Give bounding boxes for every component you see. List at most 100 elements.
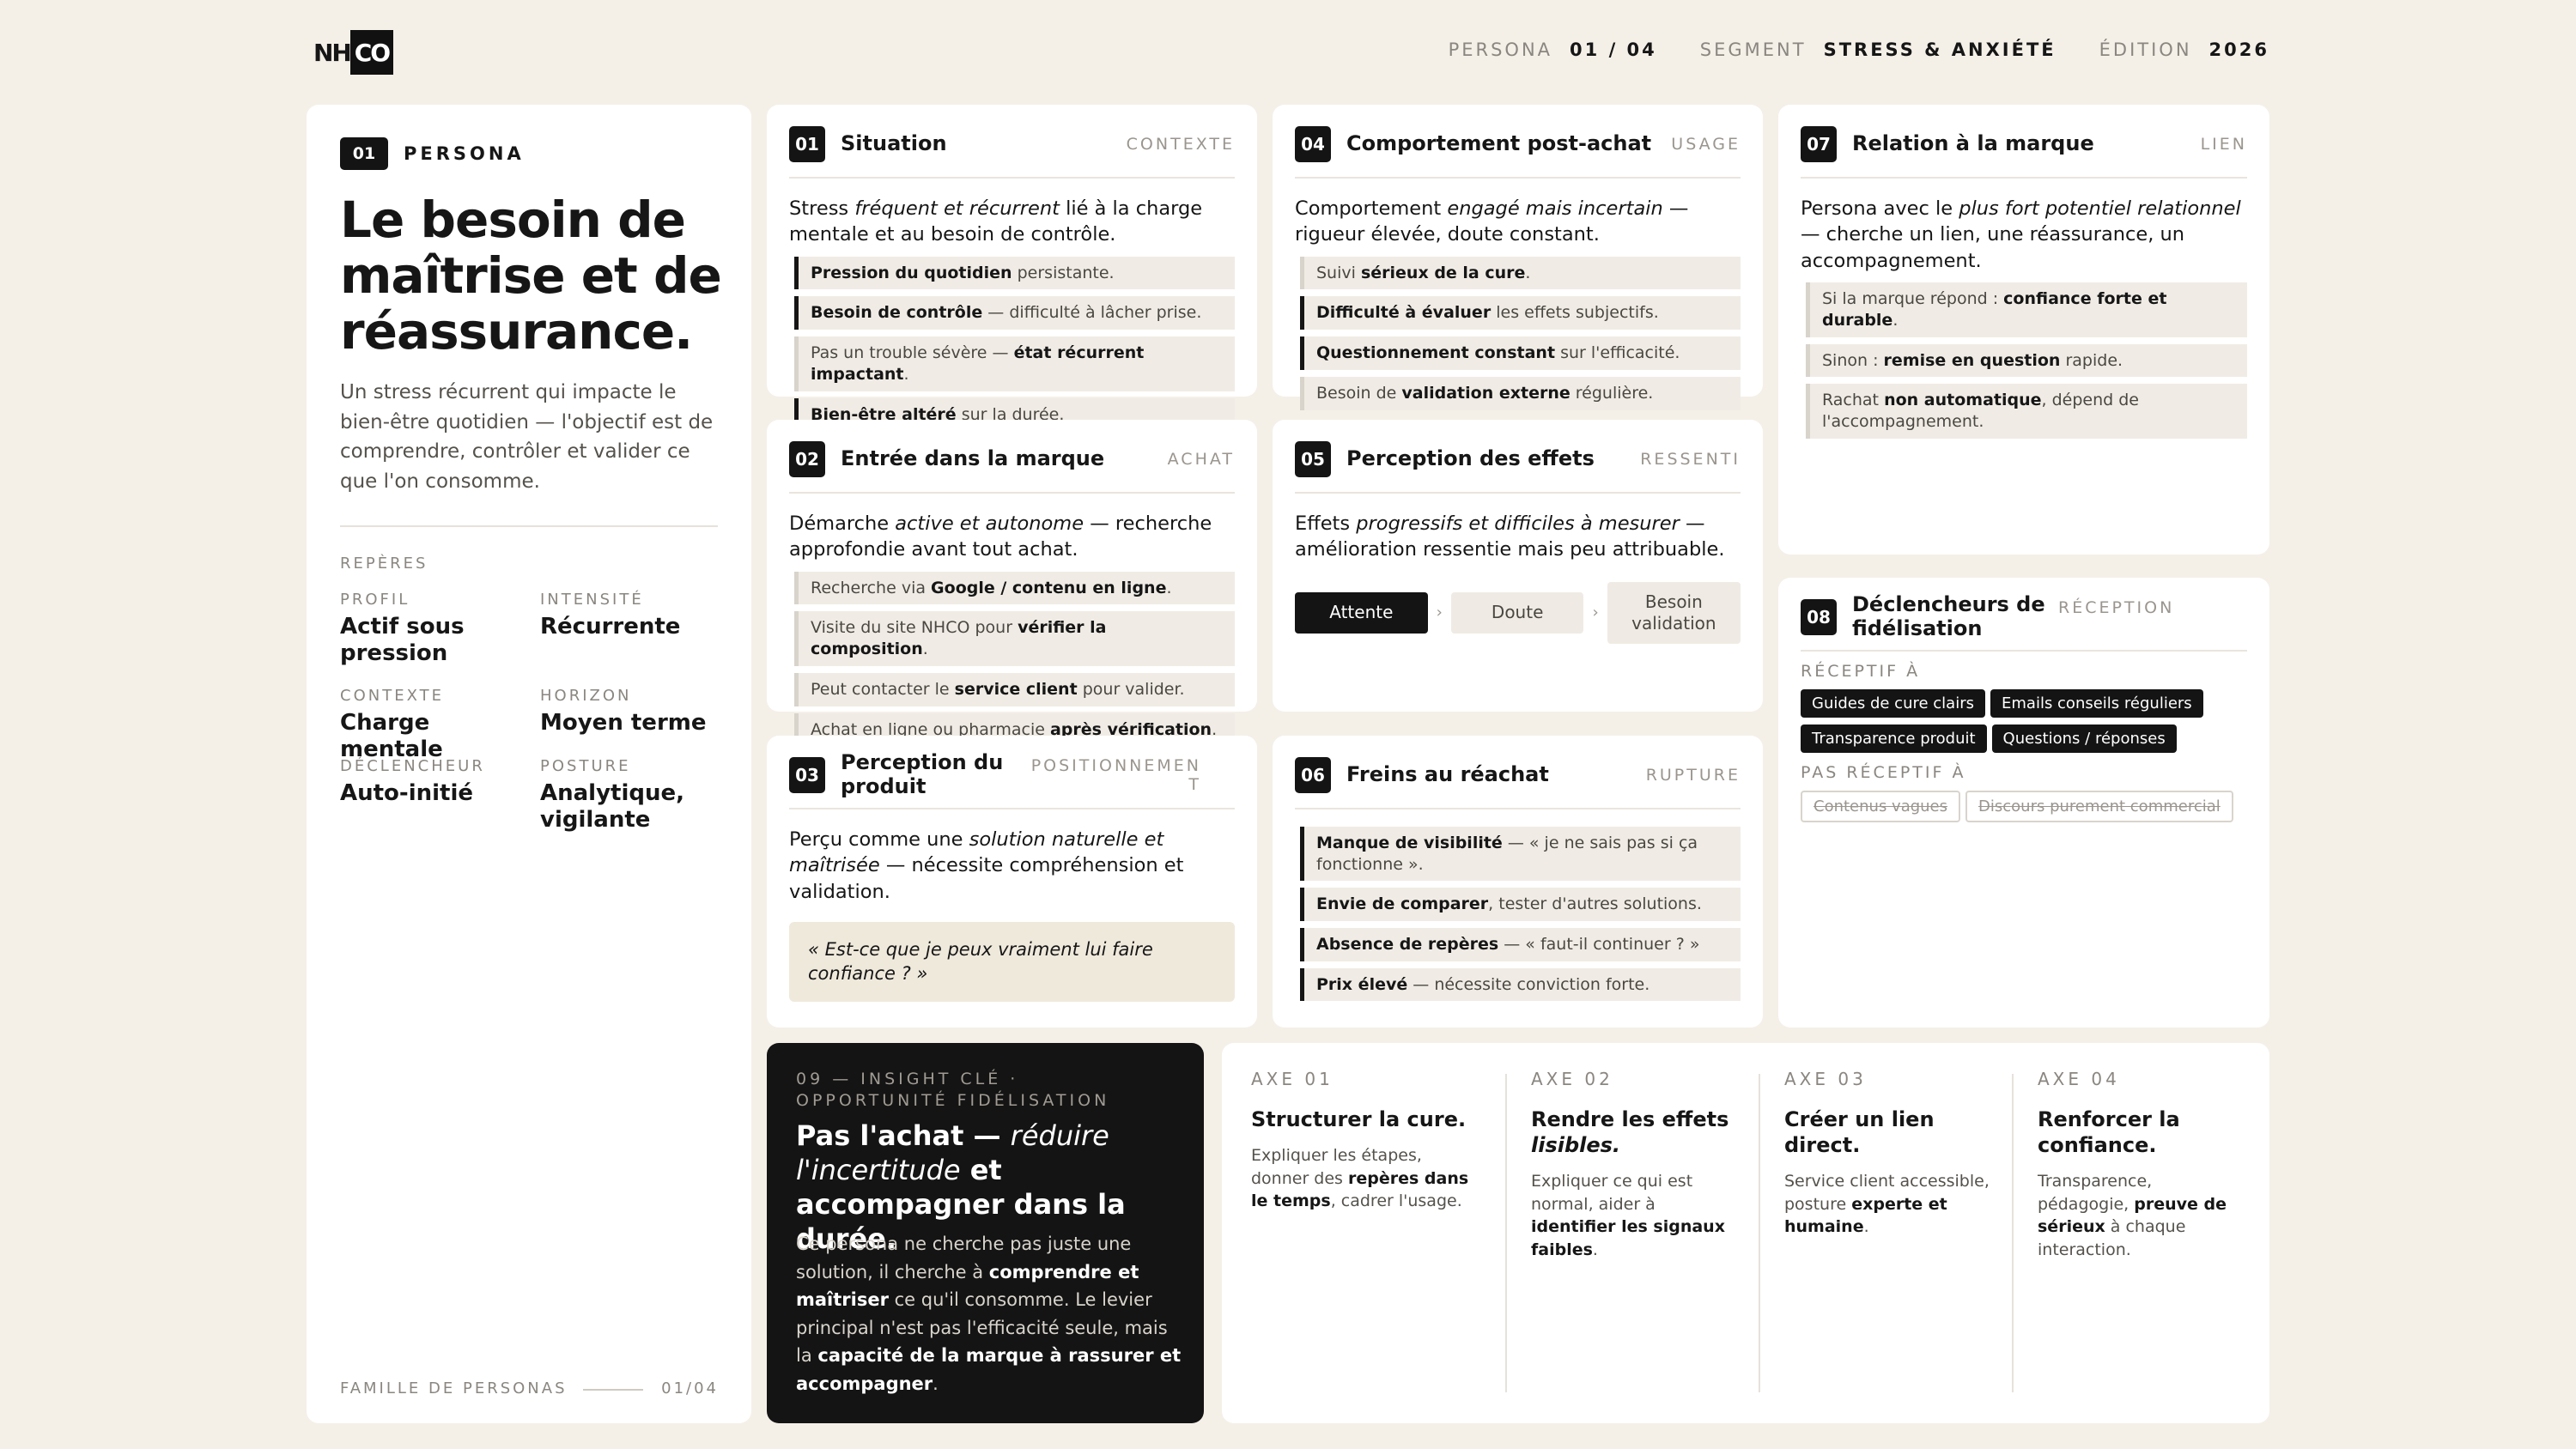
meta-edition-value: 2026 <box>2208 39 2269 60</box>
logo-nh: NH <box>313 38 352 67</box>
card-number: 05 <box>1295 441 1331 477</box>
card-tag: RUPTURE <box>1645 766 1741 785</box>
card-freins-reachat: 06 Freins au réachat RUPTURE Manque de vis… <box>1273 736 1763 1028</box>
card-tag: LIEN <box>2200 135 2247 154</box>
list-item: Recherche via Google / contenu en ligne. <box>794 571 1235 605</box>
list-item: Rachat non automatique, dépend de l'acco… <box>1806 384 2247 439</box>
card-perception-produit: 03 Perception du produit POSITIONNEMENT Pe… <box>767 736 1257 1028</box>
list-item: Pas un trouble sévère — état récurrent i… <box>794 336 1235 391</box>
list-item: Pression du quotidien persistante. <box>794 256 1235 290</box>
card-number: 03 <box>789 757 825 793</box>
card-number: 06 <box>1295 757 1331 793</box>
footer-line <box>583 1389 643 1391</box>
persona-field: POSTURE Analytique, vigilante <box>540 757 685 834</box>
meta-persona-key: PERSONA <box>1448 39 1553 60</box>
card-tag: RESSENTI <box>1640 450 1741 469</box>
persona-field: CONTEXTE Charge mentale <box>340 687 444 763</box>
axes-card: AXE 01 Structurer la cure. Expliquer les… <box>1222 1043 2269 1423</box>
persona-field: DÉCLENCHEUR Auto-initié <box>340 757 485 806</box>
card-title: Perception des effets <box>1346 446 1595 471</box>
header-meta: PERSONA 01 / 04 SEGMENT STRESS & ANXIÉTÉ… <box>1449 39 2269 60</box>
card-title: Déclencheurs de fidélisation <box>1852 592 2045 640</box>
nhco-logo: NH CO <box>313 30 393 75</box>
card-post-achat: 04 Comportement post-achat USAGE Comportem… <box>1273 105 1763 410</box>
card-tag: RÉCEPTION <box>2058 598 2175 617</box>
chip: Guides de cure clairs <box>1801 689 1985 718</box>
card-title: Entrée dans la marque <box>841 446 1105 471</box>
card-tag: POSITIONNEMENT <box>1030 756 1201 794</box>
card-tag: USAGE <box>1671 135 1741 154</box>
card-lead: Comportement engagé mais incertain — rig… <box>1295 197 1689 246</box>
card-title: Perception du produit <box>841 750 1004 798</box>
divider <box>1505 1074 1507 1392</box>
card-tag: ACHAT <box>1167 450 1235 469</box>
axis-column: AXE 03 Créer un lien direct. Service cli… <box>1784 1069 1990 1237</box>
insight-kicker: 09 — INSIGHT CLÉ · OPPORTUNITÉ FIDÉLISAT… <box>796 1070 1110 1110</box>
persona-field: PROFIL Actif sous pression <box>340 591 465 667</box>
chip: Questions / réponses <box>1991 724 2177 753</box>
divider <box>1759 1074 1760 1392</box>
list-item: Visite du site NHCO pour vérifier la com… <box>794 611 1235 666</box>
insight-card: 09 — INSIGHT CLÉ · OPPORTUNITÉ FIDÉLISAT… <box>767 1043 1204 1423</box>
persona-card: 01 PERSONA Le besoin de maîtrise et de r… <box>307 105 751 1423</box>
step-attente: Attente <box>1295 591 1428 634</box>
list-item: Prix élevé — nécessite conviction forte. <box>1300 967 1741 1002</box>
axis-column: AXE 01 Structurer la cure. Expliquer les… <box>1251 1069 1469 1211</box>
list-item: Difficulté à évaluer les effets subjecti… <box>1300 296 1741 330</box>
step-besoin-validation: Besoin validation <box>1607 581 1741 644</box>
card-entree-marque: 02 Entrée dans la marque ACHAT Démarche ac… <box>767 420 1257 747</box>
meta-segment-value: STRESS & ANXIÉTÉ <box>1823 39 2057 60</box>
list-item: Besoin de contrôle — difficulté à lâcher… <box>794 296 1235 330</box>
chip: Emails conseils réguliers <box>1990 689 2203 718</box>
receptif-label: RÉCEPTIF À <box>1801 662 1921 681</box>
axis-column: AXE 02 Rendre les effets lisibles. Expli… <box>1531 1069 1729 1259</box>
card-situation: 01 Situation CONTEXTE Stress fréquent et r… <box>767 105 1257 432</box>
reperes-label: REPÈRES <box>340 555 428 573</box>
card-tag: CONTEXTE <box>1126 135 1235 154</box>
persona-number: 01 <box>340 137 388 170</box>
card-title: Relation à la marque <box>1852 131 2094 156</box>
card-number: 02 <box>789 441 825 477</box>
card-lead: Effets progressifs et difficiles à mesur… <box>1295 512 1725 561</box>
divider <box>2012 1074 2014 1392</box>
persona-description: Un stress récurrent qui impacte le bien-… <box>340 381 714 493</box>
list-item: Questionnement constant sur l'efficacité… <box>1300 336 1741 370</box>
card-title: Comportement post-achat <box>1346 131 1652 156</box>
persona-family-value: 01/04 <box>661 1379 719 1397</box>
non-receptif-label: PAS RÉCEPTIF À <box>1801 763 1966 782</box>
persona-field: INTENSITÉ Récurrente <box>540 591 681 640</box>
meta-edition-key: ÉDITION <box>2099 39 2192 60</box>
chip: Discours purement commercial <box>1965 791 2233 822</box>
chip: Transparence produit <box>1801 724 1987 753</box>
list-item: Sinon : remise en question rapide. <box>1806 343 2247 378</box>
card-title: Situation <box>841 131 947 156</box>
list-item: Absence de repères — « faut-il continuer… <box>1300 928 1741 961</box>
card-lead: Persona avec le plus fort potentiel rela… <box>1801 197 2241 272</box>
card-lead: Démarche active et autonome — recherche … <box>789 512 1212 561</box>
card-declencheurs-fidelisation: 08 Déclencheurs de fidélisation RÉCEPTION … <box>1778 578 2269 1028</box>
card-number: 01 <box>789 126 825 162</box>
step-doute: Doute <box>1450 591 1584 634</box>
list-item: Envie de comparer, tester d'autres solut… <box>1300 888 1741 922</box>
logo-co: CO <box>349 30 393 75</box>
meta-persona-value: 01 / 04 <box>1570 39 1657 60</box>
list-item: Besoin de validation externe régulière. <box>1300 376 1741 410</box>
persona-field: HORIZON Moyen terme <box>540 687 707 736</box>
persona-family-label: FAMILLE DE PERSONAS <box>340 1379 568 1397</box>
card-number: 04 <box>1295 126 1331 162</box>
effects-steps: Attente › Doute › Besoin validation <box>1295 581 1741 644</box>
card-lead: Perçu comme une solution naturelle et ma… <box>789 828 1184 903</box>
meta-segment-key: SEGMENT <box>1699 39 1807 60</box>
list-item: Manque de visibilité — « je ne sais pas … <box>1300 827 1741 882</box>
list-item: Suivi sérieux de la cure. <box>1300 256 1741 290</box>
non-receptif-chips: Contenus vagues Discours purement commerc… <box>1801 791 2247 829</box>
list-item: Peut contacter le service client pour va… <box>794 672 1235 706</box>
receptif-chips: Guides de cure clairs Emails conseils rég… <box>1801 689 2247 760</box>
list-item: Si la marque répond : confiance forte et… <box>1806 282 2247 337</box>
insight-text: Ce persona ne cherche pas juste une solu… <box>796 1234 1182 1394</box>
card-number: 08 <box>1801 599 1837 635</box>
persona-title: Le besoin de maîtrise et de réassurance. <box>340 191 722 361</box>
chip: Contenus vagues <box>1801 791 1961 822</box>
divider <box>340 525 718 527</box>
chevron-right-icon: › <box>1592 603 1599 622</box>
